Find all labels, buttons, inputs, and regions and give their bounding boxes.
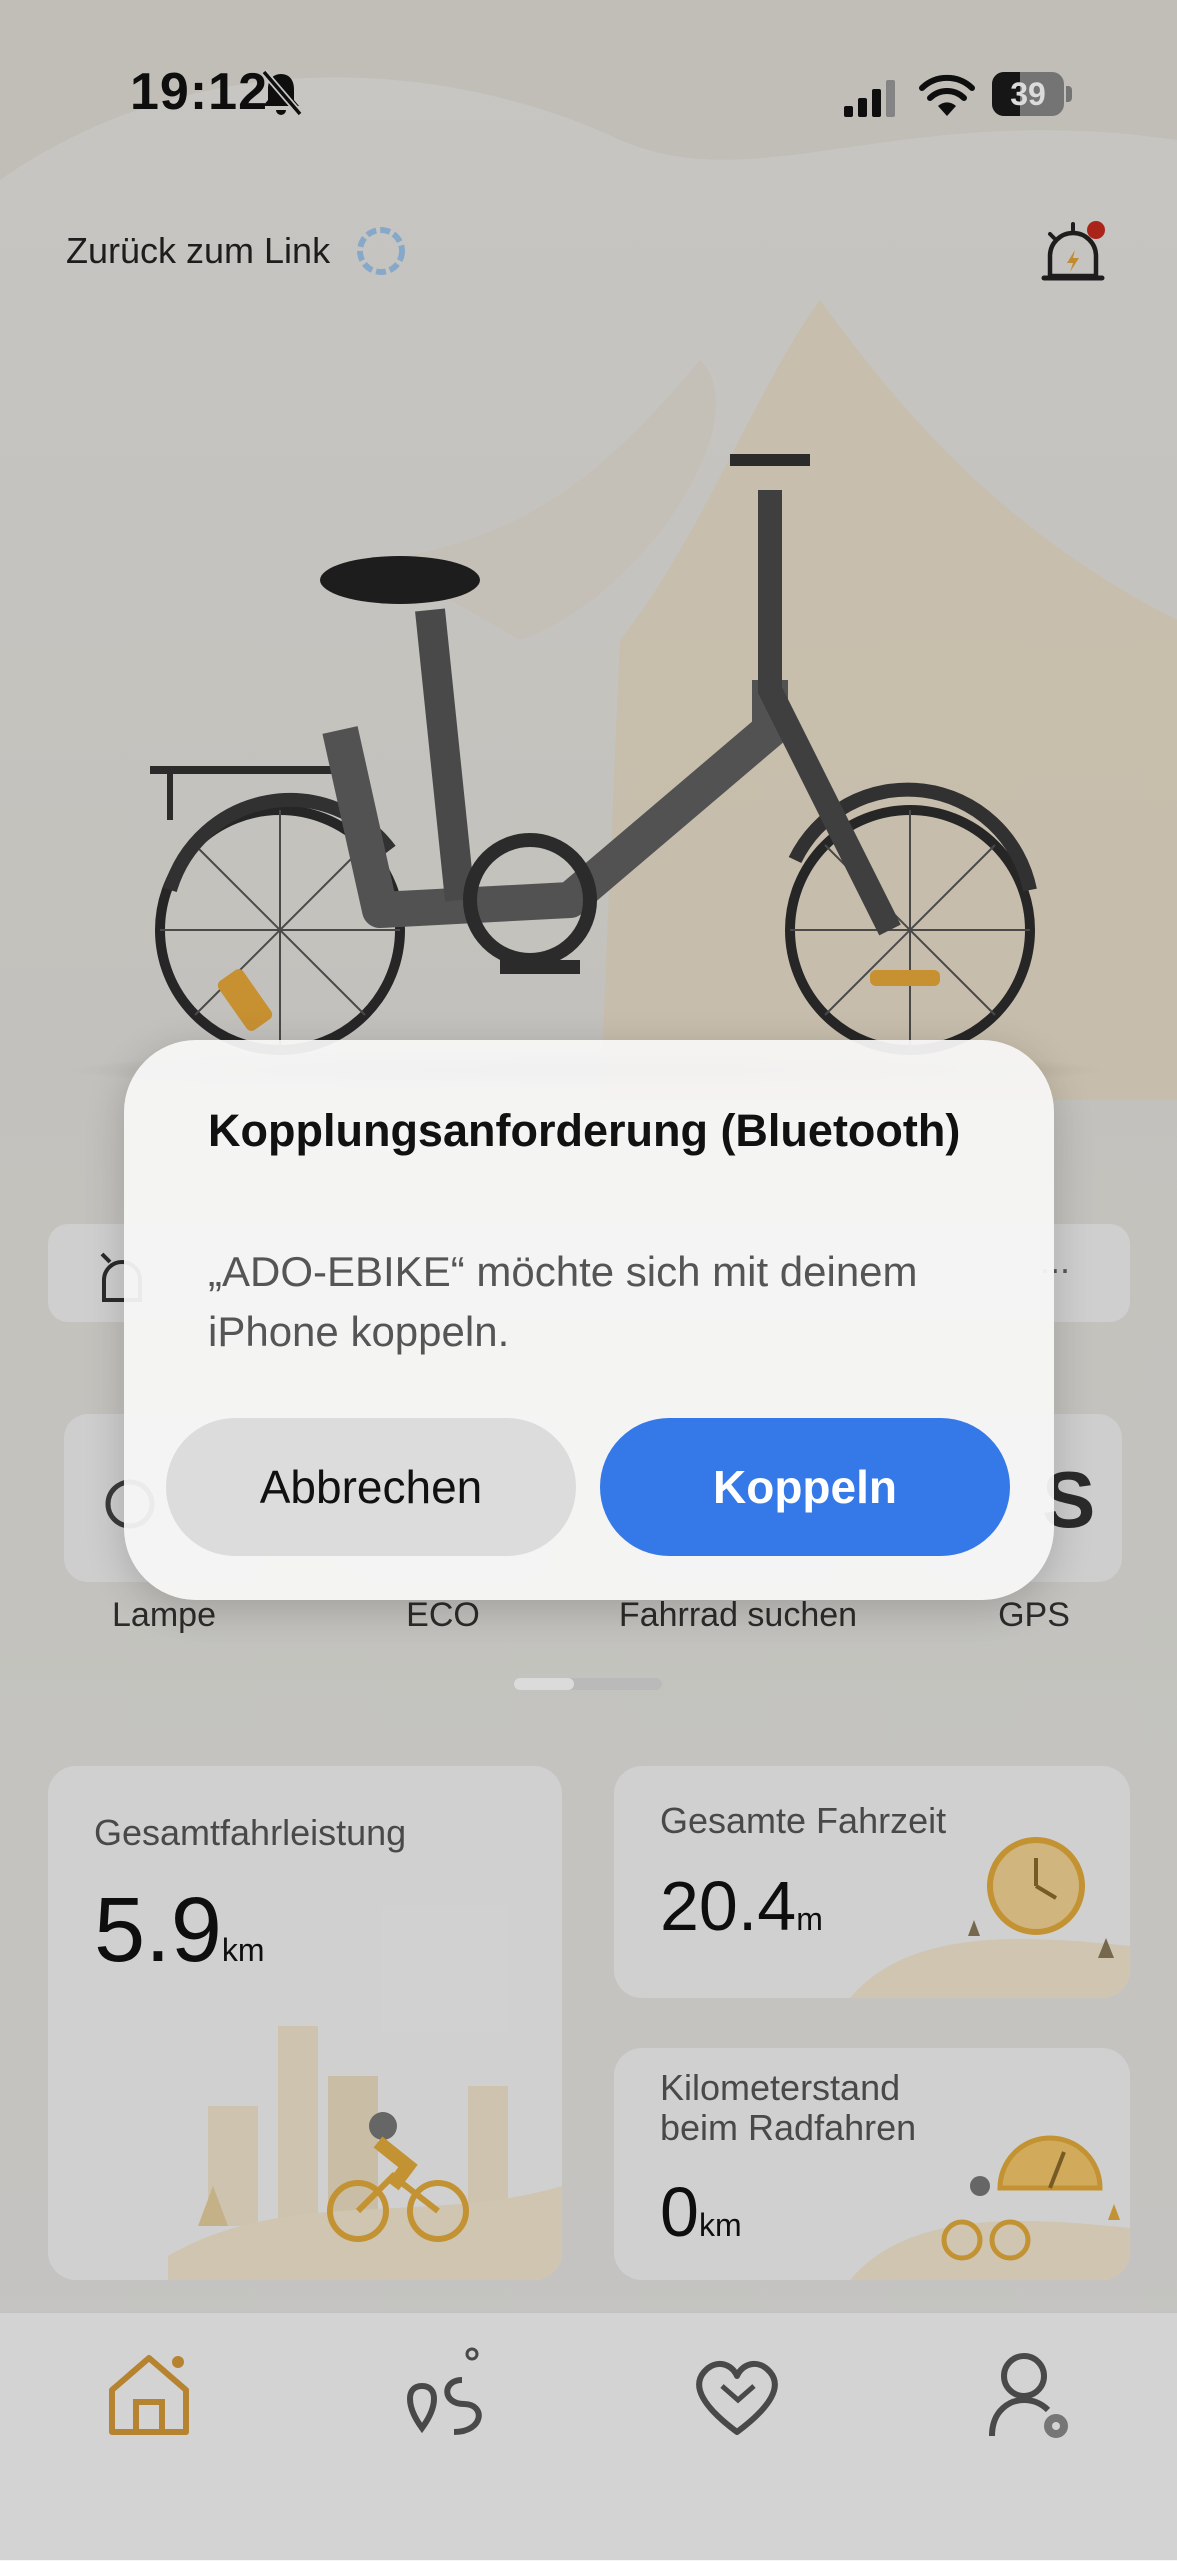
dialog-message: „ADO-EBIKE“ möchte sich mit deinem iPhon… (208, 1248, 918, 1355)
dialog-title: Kopplungsanforderung (Bluetooth) (208, 1105, 961, 1156)
pair-button[interactable]: Koppeln (600, 1418, 1010, 1556)
cancel-button[interactable]: Abbrechen (166, 1418, 576, 1556)
